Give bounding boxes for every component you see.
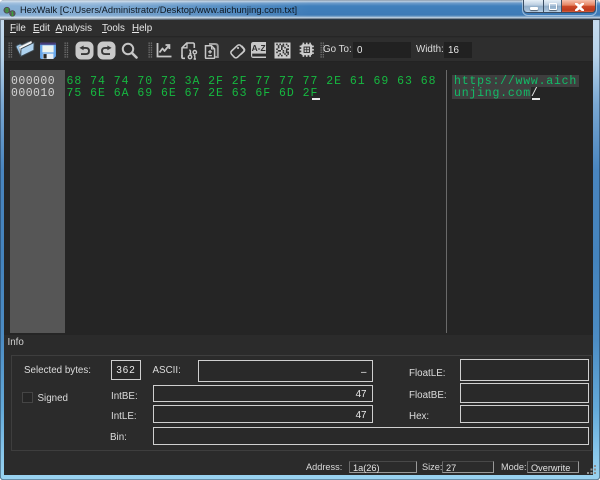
- svg-text:1: 1: [11, 11, 14, 17]
- svg-text:A-Z: A-Z: [252, 43, 266, 53]
